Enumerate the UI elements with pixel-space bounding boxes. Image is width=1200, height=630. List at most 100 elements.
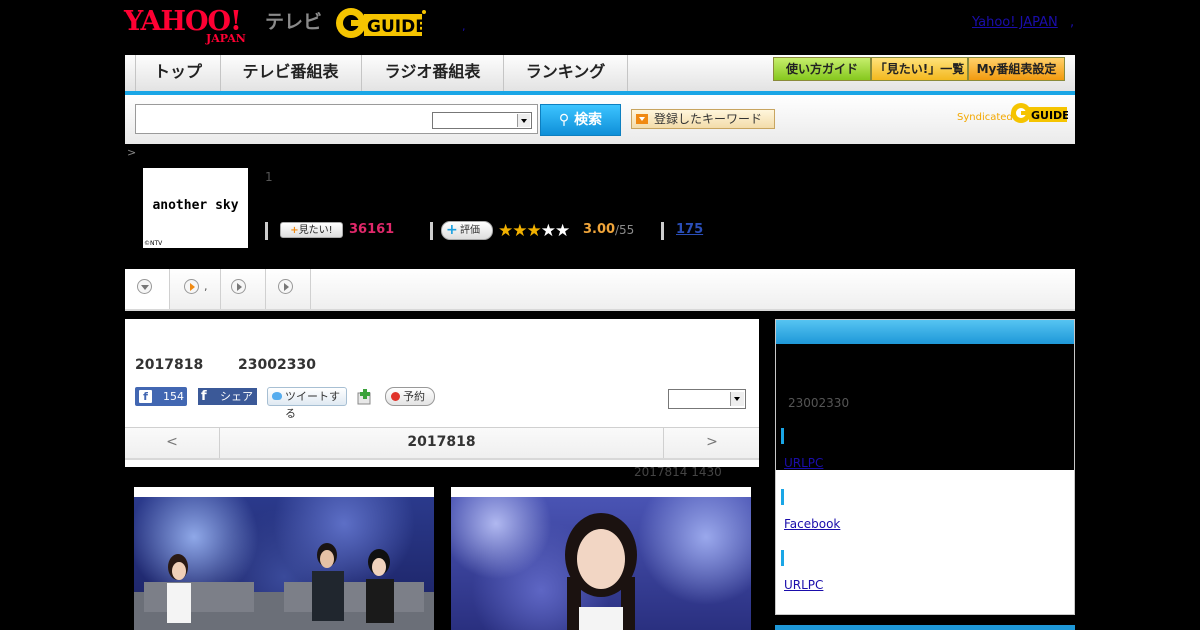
star-filled-icon: ★ [498, 221, 513, 241]
share-select[interactable] [668, 389, 746, 409]
facebook-share-button[interactable]: f シェア [198, 388, 257, 405]
tv-label: テレビ [265, 11, 323, 33]
facebook-share-label: シェア [220, 390, 253, 403]
chevron-down-icon [730, 392, 744, 406]
sidebar-bullet [781, 550, 784, 566]
dropdown-arrow-icon [636, 114, 648, 124]
plus-icon: + [290, 225, 299, 236]
registered-keyword-button[interactable]: 登録したキーワード [631, 109, 775, 129]
sidebar-link-facebook[interactable]: Facebook [784, 517, 840, 531]
play-icon [231, 279, 246, 294]
search-icon: ⚲ [558, 112, 575, 128]
chevron-down-icon [517, 114, 530, 127]
header-comma-right: , [1070, 15, 1075, 30]
search-button-label: 検索 [574, 112, 603, 128]
record-icon [391, 392, 400, 401]
rating-stars: ★★★★★ [498, 221, 570, 241]
my-schedule-settings-button[interactable]: My番組表設定 [968, 57, 1065, 81]
rating-max: /55 [615, 223, 635, 237]
facebook-icon: f [139, 390, 152, 403]
mitai-count: 36161 [349, 222, 395, 237]
yahoo-japan-link[interactable]: Yahoo! JAPAN [972, 15, 1058, 30]
tab-third[interactable] [221, 269, 266, 309]
tab-second[interactable] [170, 269, 221, 309]
header-comma: , [462, 20, 466, 33]
nav-tab-top[interactable]: トップ [135, 55, 221, 91]
current-date: 2017818 [407, 434, 476, 450]
play-icon [278, 279, 293, 294]
program-photo-studio[interactable] [134, 487, 434, 630]
air-time: 23002330 [238, 357, 316, 373]
divider [265, 222, 268, 240]
program-photo-guest[interactable] [451, 487, 751, 630]
search-button[interactable]: ⚲ 検索 [540, 104, 621, 136]
search-bar: ⚲ 検索 登録したキーワード Syndicated GUIDE [125, 95, 1075, 144]
syndicated-label: Syndicated [957, 112, 1013, 123]
facebook-like-count: 154 [163, 390, 184, 403]
sidebar-next-header [775, 625, 1075, 630]
sidebar-bullet [781, 428, 784, 444]
svg-text:GUIDE: GUIDE [1031, 109, 1068, 122]
episode-number: 1 [265, 170, 273, 184]
star-filled-icon: ★ [512, 221, 527, 241]
yahoo-logo[interactable]: YAHOO! JAPAN [124, 6, 264, 45]
program-thumbnail-title: another sky [152, 198, 239, 213]
studio-scene-image [134, 543, 434, 630]
syndicated-gguide-logo: GUIDE [1011, 103, 1068, 123]
star-filled-icon: ★ [526, 221, 542, 241]
search-category-select[interactable] [432, 112, 532, 129]
tweet-button[interactable]: ツイートする [267, 387, 347, 420]
sidebar-time: 23002330 [788, 396, 850, 410]
facebook-icon: f [201, 389, 207, 404]
rate-button[interactable]: + 評価 [441, 221, 493, 240]
rating-value: 3.00 [583, 222, 616, 237]
divider [430, 222, 433, 240]
sidebar-bullet [781, 489, 784, 505]
nav-tab-radio-schedule[interactable]: ラジオ番組表 [362, 55, 504, 91]
nav-tab-ranking[interactable]: ランキング [504, 55, 628, 91]
sidebar-panel: 23002330 URLPC Facebook URLPC [775, 319, 1075, 615]
program-thumbnail-credit: ©NTV [144, 240, 163, 247]
plus-icon: + [446, 222, 458, 238]
update-timestamp: 2017814 1430 [634, 465, 722, 479]
star-empty-icon: ★ [540, 221, 556, 241]
recording-reserve-button[interactable]: 予約 [385, 387, 435, 406]
date-navigation: < 2017818 > [125, 427, 759, 460]
breadcrumb: > [127, 146, 137, 159]
gguide-logo[interactable]: GUIDE [334, 6, 430, 42]
usage-guide-button[interactable]: 使い方ガイド [773, 57, 871, 81]
tab-overview[interactable] [125, 269, 170, 309]
svg-text:GUIDE: GUIDE [367, 17, 426, 37]
sidebar-link-urlpc[interactable]: URLPC [784, 456, 823, 470]
rate-label: 評価 [460, 225, 480, 236]
add-to-list-icon[interactable] [357, 389, 373, 405]
sidebar-header [776, 320, 1074, 344]
chevron-down-icon [137, 279, 152, 294]
tab-fourth[interactable] [266, 269, 311, 309]
divider [661, 222, 664, 240]
air-date: 2017818 [135, 357, 204, 373]
twitter-bird-icon [272, 392, 282, 400]
broadcast-panel: 2017818 23002330 f 154 f シェア ツイートする 予約 <… [125, 319, 759, 467]
mitai-label: 見たい! [298, 225, 333, 236]
facebook-like-button[interactable]: f 154 [135, 387, 187, 406]
tweet-label: ツイートする [285, 390, 340, 420]
registered-keyword-label: 登録したキーワード [654, 112, 763, 126]
previous-date-button[interactable]: < [125, 428, 220, 458]
yahoo-logo-sub: JAPAN [206, 32, 246, 45]
tab-second-label: , [204, 280, 208, 293]
star-empty-icon: ★ [555, 221, 570, 241]
review-count-link[interactable]: 175 [676, 222, 703, 237]
guest-portrait-image [565, 513, 637, 630]
mitai-list-button[interactable]: 「見たい!」一覧 [871, 57, 968, 81]
play-icon [184, 279, 199, 294]
program-thumbnail[interactable]: another sky ©NTV [143, 168, 248, 248]
main-nav: トップ テレビ番組表 ラジオ番組表 ランキング 使い方ガイド 「見たい!」一覧 … [125, 55, 1075, 95]
nav-tab-tv-schedule[interactable]: テレビ番組表 [220, 55, 362, 91]
reserve-label: 予約 [403, 390, 425, 403]
gguide-logo-icon: GUIDE [336, 8, 426, 38]
program-tab-strip [125, 269, 1075, 311]
mitai-button[interactable]: +見たい! [280, 222, 343, 238]
next-date-button[interactable]: > [663, 428, 760, 458]
sidebar-link-urlpc-2[interactable]: URLPC [784, 578, 823, 592]
